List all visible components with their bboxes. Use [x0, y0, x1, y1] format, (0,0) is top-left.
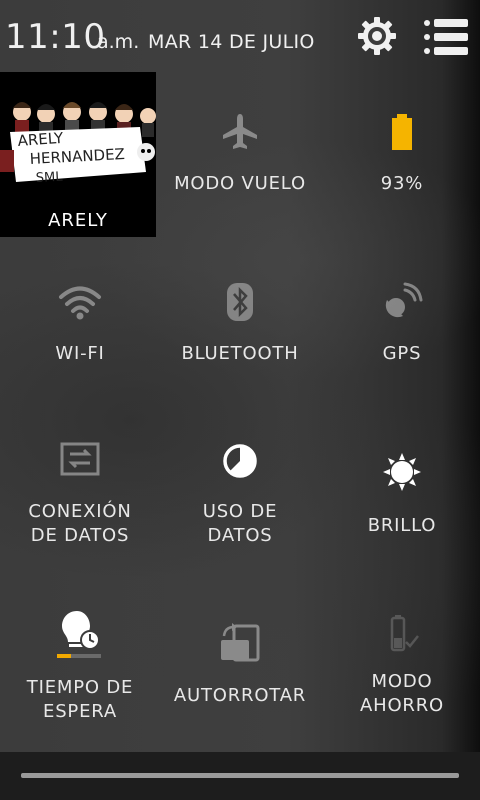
brightness-icon — [383, 453, 421, 491]
data-connection-label: CONEXIÓN DE DATOS — [28, 501, 132, 546]
list-icon — [424, 19, 468, 55]
data-usage-icon — [223, 444, 257, 478]
profile-avatar: ARELY HERNANDEZ SML — [0, 72, 156, 200]
notifications-list-button[interactable] — [420, 17, 470, 57]
data-usage-tile[interactable]: USO DE DATOS — [160, 432, 320, 562]
power-save-icon — [390, 615, 419, 652]
data-usage-label: USO DE DATOS — [202, 501, 278, 546]
bluetooth-icon — [227, 283, 253, 321]
panel-drag-handle[interactable] — [21, 773, 459, 778]
gps-label: GPS — [382, 343, 422, 364]
autorotate-label: AUTORROTAR — [173, 685, 307, 706]
wifi-label: WI-FI — [55, 343, 105, 364]
user-profile-tile[interactable]: ARELY HERNANDEZ SML ARELY — [0, 72, 156, 237]
battery-level-label: 93% — [380, 173, 424, 194]
airplane-icon — [223, 114, 257, 149]
battery-icon — [392, 114, 412, 150]
data-connection-icon — [60, 442, 100, 476]
screen-timeout-icon — [57, 611, 101, 658]
toggle-power-save[interactable]: MODO AHORRO — [322, 600, 480, 730]
wifi-icon — [59, 286, 101, 320]
bluetooth-label: BLUETOOTH — [181, 343, 299, 364]
clock-ampm: a.m. — [97, 31, 140, 53]
profile-art-text-3: SML — [35, 170, 63, 186]
toggle-bluetooth[interactable]: BLUETOOTH — [160, 270, 320, 390]
gps-icon — [385, 282, 423, 318]
toggle-gps[interactable]: GPS — [322, 270, 480, 390]
screen-timeout-tile[interactable]: TIEMPO DE ESPERA — [0, 600, 160, 730]
brightness-label: BRILLO — [367, 515, 437, 536]
airplane-mode-label: MODO VUELO — [174, 173, 306, 194]
battery-tile[interactable]: 93% — [322, 100, 480, 230]
panel-footer — [0, 752, 480, 800]
toggle-wifi[interactable]: WI-FI — [0, 270, 160, 390]
screen-timeout-label: TIEMPO DE ESPERA — [26, 677, 134, 722]
toggle-autorotate[interactable]: AUTORROTAR — [160, 600, 320, 730]
autorotate-icon — [221, 623, 260, 662]
toggle-data-connection[interactable]: CONEXIÓN DE DATOS — [0, 432, 160, 562]
toggle-airplane-mode[interactable]: MODO VUELO — [160, 100, 320, 230]
gear-icon — [358, 17, 396, 55]
profile-art-text-1: ARELY — [17, 129, 65, 150]
profile-name: ARELY — [48, 210, 108, 231]
date-label: MAR 14 DE JULIO — [148, 31, 315, 53]
settings-button[interactable] — [355, 14, 399, 58]
clock-time: 11:10 — [5, 17, 106, 57]
brightness-tile[interactable]: BRILLO — [322, 432, 480, 562]
power-save-label: MODO AHORRO — [360, 671, 444, 716]
status-header: 11:10 a.m. MAR 14 DE JULIO — [0, 0, 480, 72]
